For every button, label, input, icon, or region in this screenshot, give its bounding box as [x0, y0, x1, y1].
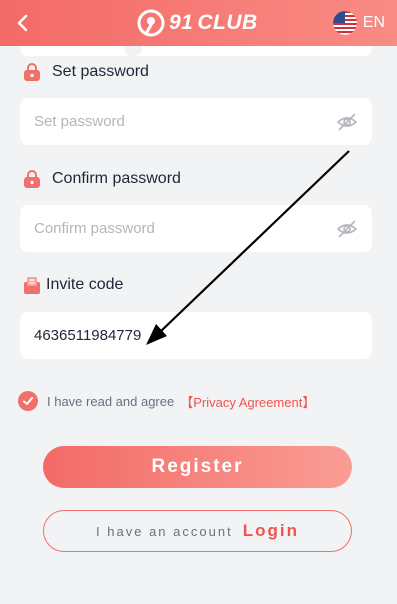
confirm-password-input[interactable] [34, 220, 336, 237]
set-password-field[interactable] [20, 98, 372, 145]
register-button[interactable]: Register [43, 446, 352, 488]
brand-word: CLUB [197, 11, 258, 34]
confirm-password-label: Confirm password [52, 170, 181, 187]
agreement-checkbox[interactable] [18, 391, 38, 411]
agreement-row: I have read and agree 【Privacy Agreement… [18, 391, 315, 411]
top-bar: 91 CLUB EN [0, 0, 397, 46]
confirm-password-label-row: Confirm password [22, 169, 181, 189]
lock-icon [24, 170, 40, 188]
login-hint-text: I have an account [96, 523, 233, 539]
eye-hidden-icon[interactable] [336, 111, 358, 133]
privacy-agreement-link[interactable]: 【Privacy Agreement】 [180, 392, 315, 411]
invite-code-input[interactable] [34, 327, 358, 344]
invite-code-field[interactable] [20, 312, 372, 359]
language-label: EN [362, 14, 385, 31]
checkmark-icon [23, 397, 33, 405]
brand-number: 91 [169, 11, 194, 34]
language-selector[interactable]: EN [332, 11, 385, 35]
set-password-input[interactable] [34, 113, 336, 130]
invite-code-label: Invite code [46, 276, 124, 293]
login-label: Login [242, 521, 299, 540]
set-password-label-row: Set password [22, 62, 149, 82]
agreement-text: I have read and agree [47, 393, 175, 409]
confirm-password-field[interactable] [20, 205, 372, 252]
us-flag-icon [332, 11, 357, 35]
chevron-left-icon [17, 14, 28, 32]
login-button[interactable]: I have an account Login [43, 510, 352, 552]
back-button[interactable] [8, 8, 38, 38]
previous-field-edge [20, 46, 372, 56]
invite-envelope-icon [24, 277, 40, 294]
invite-code-label-row: Invite code [22, 275, 123, 295]
eye-hidden-icon[interactable] [336, 218, 358, 240]
lock-icon [24, 63, 40, 81]
brand-logo: 91 CLUB [137, 8, 258, 38]
logo-circle-icon [137, 9, 165, 37]
set-password-label: Set password [52, 63, 149, 80]
